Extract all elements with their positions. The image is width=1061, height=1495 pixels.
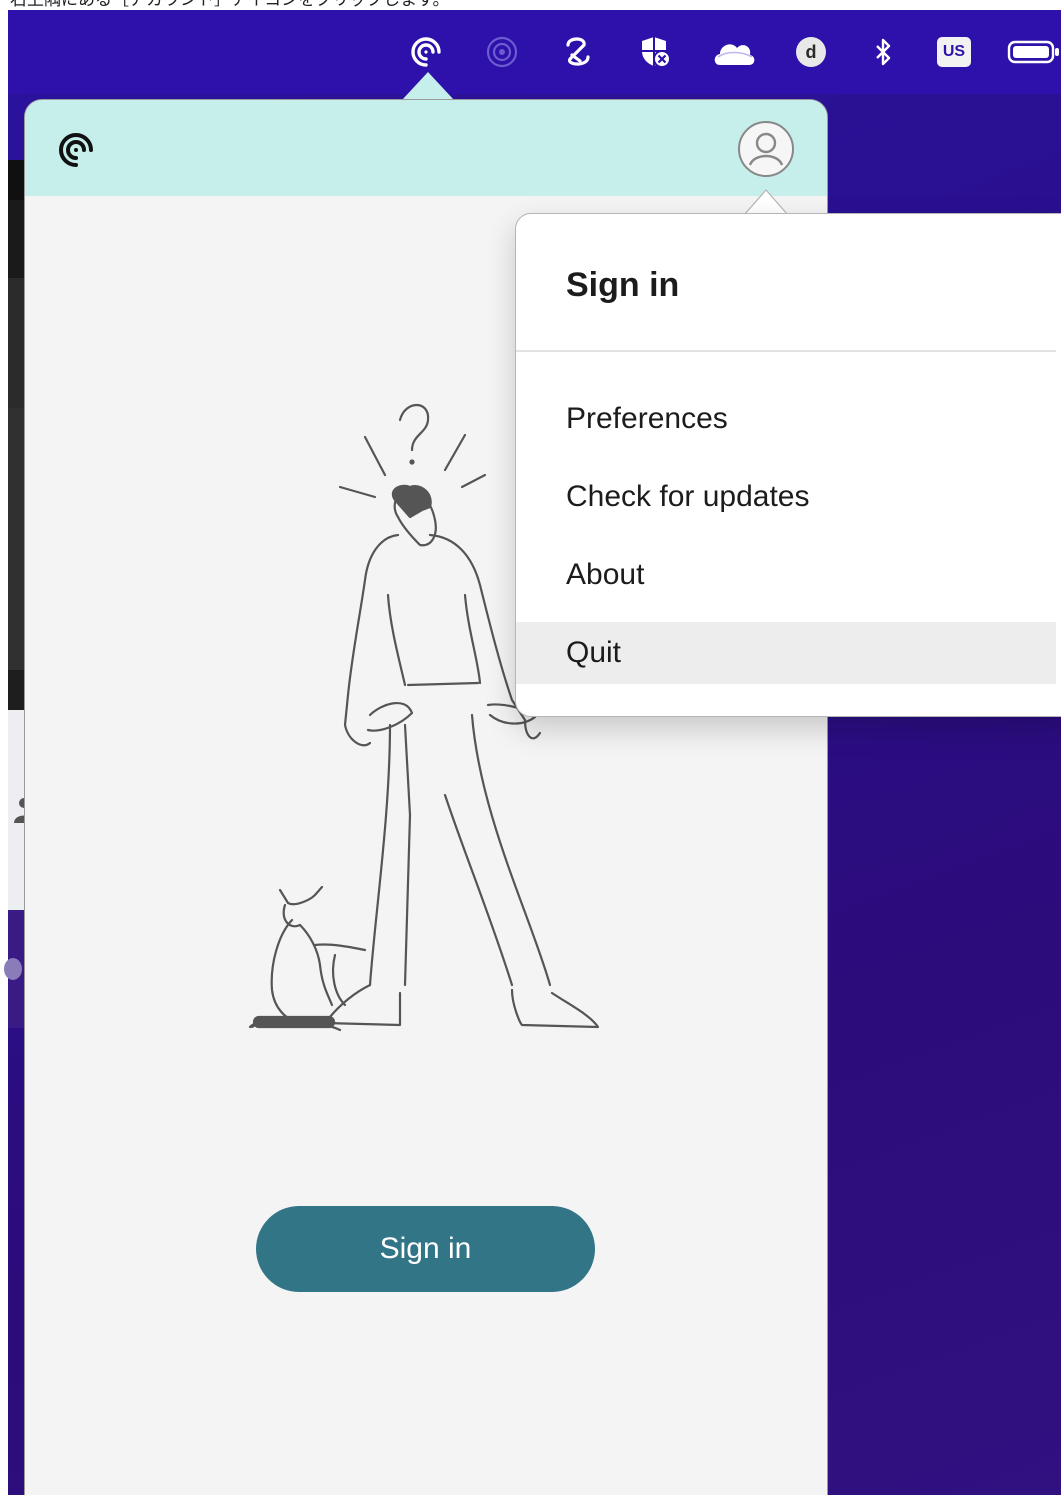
battery-icon[interactable] — [1006, 32, 1061, 72]
cloud-icon[interactable] — [711, 32, 757, 72]
menu-item-about[interactable]: About — [516, 544, 1056, 606]
d-badge-icon[interactable]: d — [791, 32, 831, 72]
menu-bar: d US — [8, 10, 1061, 94]
citrix-workspace-icon[interactable] — [406, 32, 446, 72]
instruction-caption-text: 右上隅にある［アカウント］アイコンをクリックします。 — [10, 0, 449, 10]
menu-item-check-for-updates[interactable]: Check for updates — [516, 466, 1056, 528]
airplay-audio-icon[interactable] — [482, 32, 522, 72]
menu-item-preferences[interactable]: Preferences — [516, 388, 1056, 450]
panel-pointer — [402, 72, 454, 100]
screen: 右上隅にある［アカウント］アイコンをクリックします。 d — [0, 0, 1061, 1495]
account-icon — [748, 132, 784, 166]
dropdown-pointer — [743, 188, 789, 217]
menu-item-quit[interactable]: Quit — [516, 622, 1056, 684]
bluetooth-icon[interactable] — [863, 32, 903, 72]
link-loop-icon[interactable] — [557, 32, 597, 72]
instruction-caption: 右上隅にある［アカウント］アイコンをクリックします。 — [0, 0, 1061, 10]
citrix-logo-icon — [56, 130, 96, 170]
keyboard-layout-icon[interactable]: US — [934, 32, 974, 72]
keyboard-layout-label: US — [937, 37, 971, 67]
d-badge-label: d — [796, 37, 826, 67]
menu-sign-in-item[interactable]: Sign in — [566, 266, 679, 305]
panel-header — [25, 100, 827, 196]
menu-divider — [516, 350, 1056, 352]
account-button[interactable] — [738, 121, 794, 177]
sign-in-button[interactable]: Sign in — [256, 1206, 595, 1292]
shield-x-icon[interactable] — [635, 32, 675, 72]
account-menu: Sign in Preferences Check for updates Ab… — [515, 213, 1061, 717]
partial-avatar-icon — [4, 958, 22, 980]
